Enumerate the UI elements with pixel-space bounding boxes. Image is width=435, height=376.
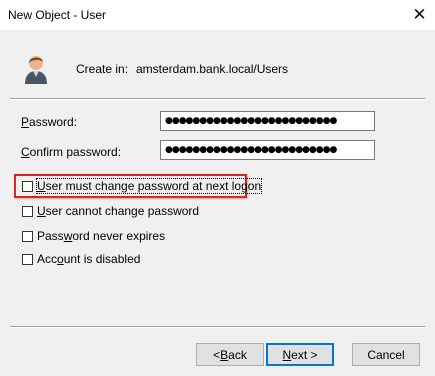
footer-divider: [10, 326, 425, 328]
must-change-password-label: User must change password at next logon: [35, 178, 263, 194]
account-disabled-label: Account is disabled: [37, 252, 141, 266]
close-icon: ✕: [412, 5, 427, 24]
cancel-button[interactable]: Cancel: [352, 343, 420, 366]
password-never-expires-option[interactable]: Password never expires: [22, 228, 165, 244]
user-icon: [25, 56, 47, 84]
create-in-label: Create in:: [76, 62, 129, 76]
must-change-password-option[interactable]: User must change password at next logon: [22, 178, 263, 194]
create-in-path: amsterdam.bank.local/Users: [136, 62, 289, 76]
must-change-password-checkbox[interactable]: [22, 180, 33, 192]
password-never-expires-checkbox[interactable]: [22, 230, 33, 242]
password-label: Password:: [21, 115, 78, 129]
account-disabled-checkbox[interactable]: [22, 253, 33, 265]
next-button[interactable]: Next >: [266, 343, 334, 366]
cannot-change-password-checkbox[interactable]: [22, 205, 33, 217]
confirm-password-field[interactable]: ●●●●●●●●●●●●●●●●●●●●●●●●●: [160, 140, 375, 160]
back-button[interactable]: < Back: [196, 343, 264, 366]
password-field[interactable]: ●●●●●●●●●●●●●●●●●●●●●●●●●: [160, 111, 375, 131]
password-never-expires-label: Password never expires: [37, 229, 166, 243]
account-disabled-option[interactable]: Account is disabled: [22, 251, 140, 267]
cannot-change-password-option[interactable]: User cannot change password: [22, 203, 199, 219]
close-button[interactable]: ✕: [404, 0, 435, 30]
window-title: New Object - User: [8, 8, 107, 22]
title-bar: New Object - User ✕: [0, 0, 435, 30]
cannot-change-password-label: User cannot change password: [37, 204, 200, 218]
header-divider: [10, 98, 425, 100]
confirm-password-label: Confirm password:: [21, 145, 122, 159]
